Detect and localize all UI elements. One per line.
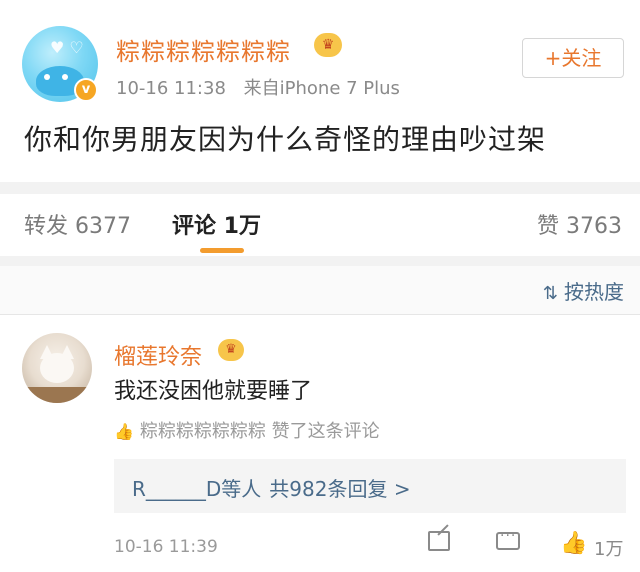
active-tab-indicator bbox=[200, 248, 244, 253]
post-text: 你和你男朋友因为什么奇怪的理由吵过架 bbox=[24, 123, 547, 156]
liked-by-author: 👍 粽粽粽粽粽粽粽 赞了这条评论 bbox=[114, 417, 380, 443]
section-gap bbox=[0, 182, 640, 194]
section-gap bbox=[0, 256, 640, 266]
liked-by-text: 粽粽粽粽粽粽粽 赞了这条评论 bbox=[139, 421, 380, 442]
thumb-up-icon: 👍 bbox=[114, 422, 134, 441]
commenter-avatar[interactable] bbox=[22, 333, 92, 403]
post-source: 来自iPhone 7 Plus bbox=[243, 78, 400, 99]
reply-bubble-icon[interactable] bbox=[496, 528, 520, 556]
sort-by-hot-button[interactable]: ⇅ 按热度 bbox=[543, 276, 624, 305]
post-tabs: 转发 6377 评论 1万 赞 3763 bbox=[0, 194, 640, 256]
replies-preview[interactable]: R______D等人 共982条回复 > bbox=[114, 459, 626, 513]
comment-text: 我还没困他就要睡了 bbox=[114, 379, 313, 404]
comment-time: 10-16 11:39 bbox=[114, 537, 218, 557]
sort-icon: ⇅ bbox=[542, 283, 558, 304]
heart-decoration-icon: ♥ ♡ bbox=[50, 38, 84, 57]
share-icon[interactable] bbox=[428, 531, 450, 557]
sort-label: 按热度 bbox=[564, 280, 624, 304]
sort-bar: ⇅ 按热度 bbox=[0, 266, 640, 314]
thumb-up-icon[interactable]: 👍 bbox=[560, 531, 587, 556]
verified-v-icon: v bbox=[74, 78, 98, 102]
comment-like-count: 1万 bbox=[594, 539, 624, 560]
tab-comment[interactable]: 评论 1万 bbox=[172, 208, 261, 240]
follow-button[interactable]: +关注 bbox=[522, 38, 624, 78]
post-time: 10-16 11:38 bbox=[116, 78, 226, 99]
tab-repost[interactable]: 转发 6377 bbox=[24, 208, 131, 240]
reply-users: R______D等人 bbox=[132, 477, 262, 501]
post-meta: 10-16 11:38 来自iPhone 7 Plus bbox=[116, 74, 412, 100]
vip-crown-icon: ♛ bbox=[314, 33, 342, 57]
comment-item: 榴莲玲奈 ♛ 我还没困他就要睡了 👍 粽粽粽粽粽粽粽 赞了这条评论 R______… bbox=[0, 315, 640, 572]
whale-eye bbox=[62, 74, 68, 80]
commenter-name[interactable]: 榴莲玲奈 bbox=[114, 339, 202, 371]
tab-like[interactable]: 赞 3763 bbox=[537, 208, 622, 240]
cat-face bbox=[40, 353, 74, 383]
whale-eye bbox=[44, 74, 50, 80]
author-name[interactable]: 粽粽粽粽粽粽粽 bbox=[116, 32, 291, 67]
cat-table bbox=[22, 387, 92, 403]
vip-crown-icon: ♛ bbox=[218, 339, 244, 361]
weibo-post: ♥ ♡ ♛ v 粽粽粽粽粽粽粽 ♛ 10-16 11:38 来自iPhone 7… bbox=[0, 0, 640, 182]
replies-link[interactable]: R______D等人 共982条回复 > bbox=[132, 473, 411, 502]
reply-count: 共982条回复 > bbox=[269, 477, 411, 501]
